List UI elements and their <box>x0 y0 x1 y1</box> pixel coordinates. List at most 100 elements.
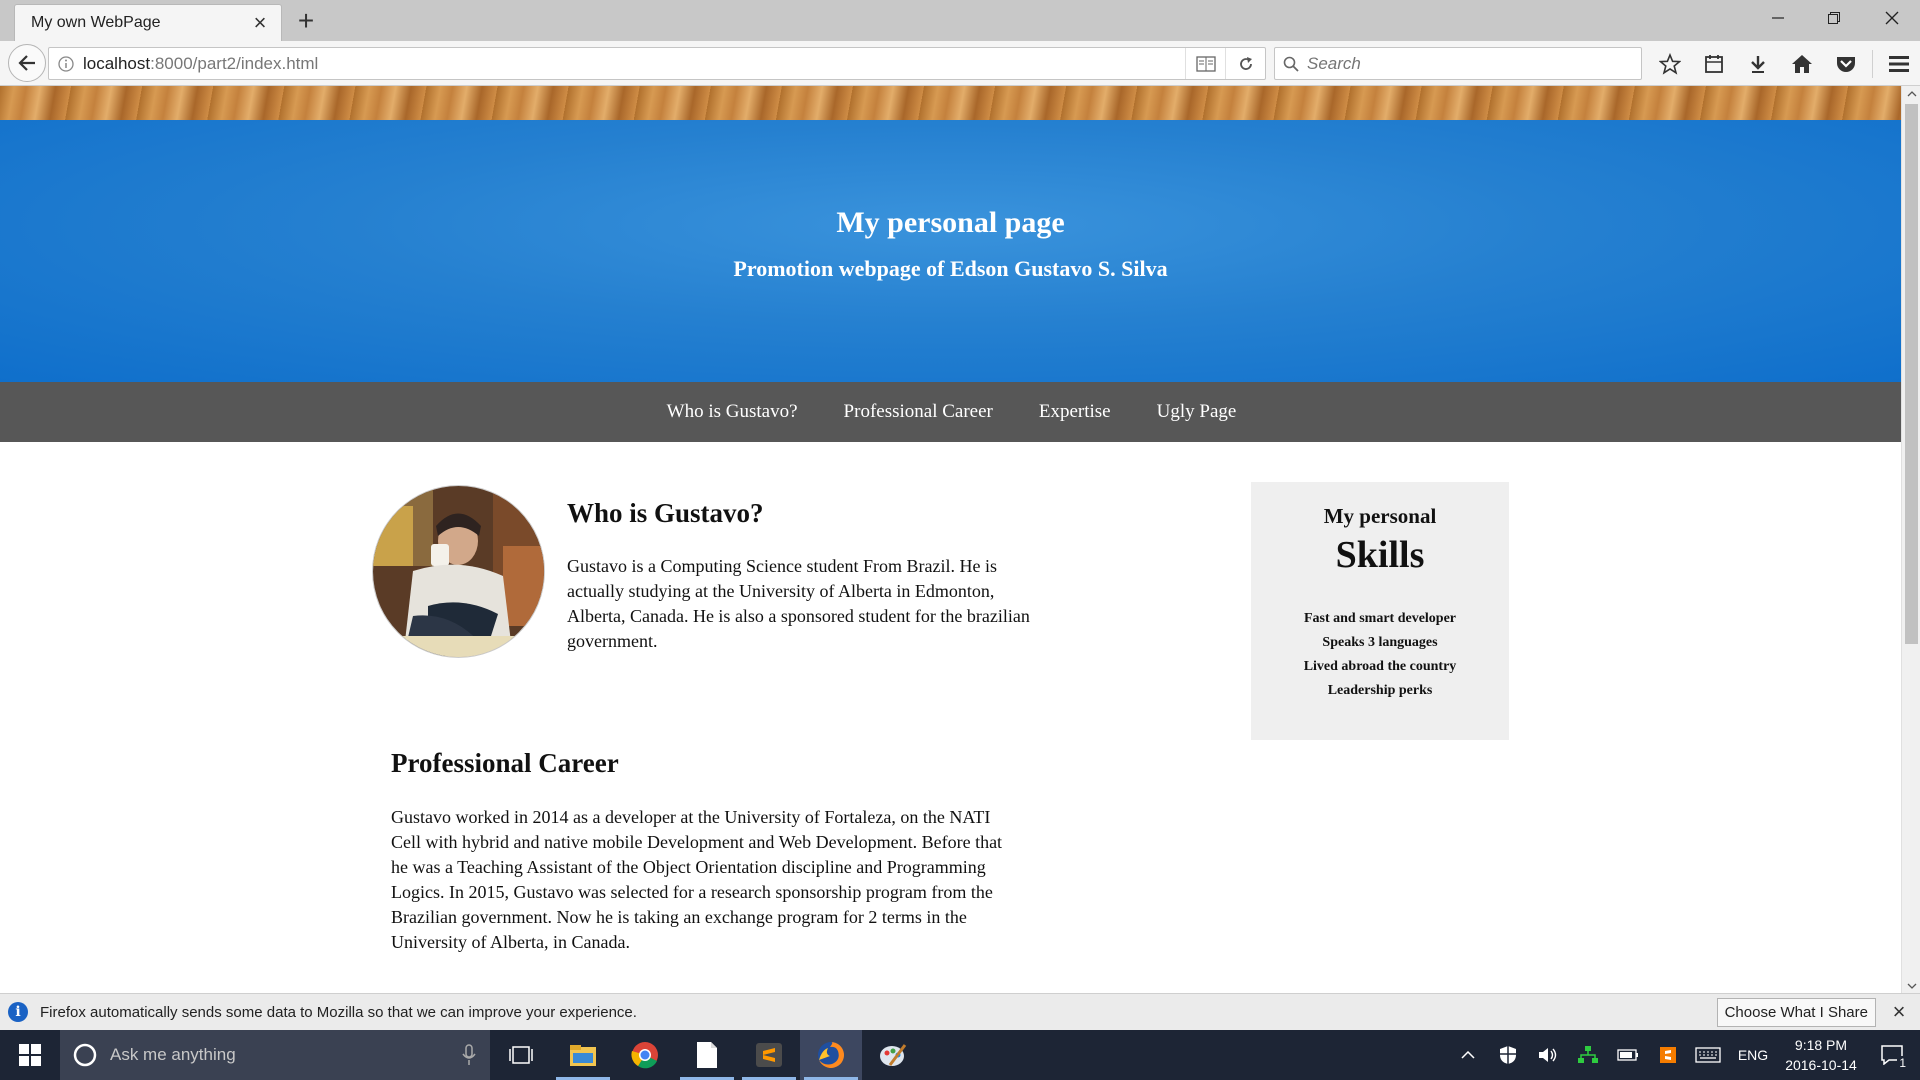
restore-icon[interactable] <box>1806 0 1862 36</box>
about-line: government. <box>567 631 658 651</box>
pocket-icon[interactable] <box>1824 44 1868 84</box>
paint-icon[interactable] <box>862 1030 924 1080</box>
nav-link-expertise[interactable]: Expertise <box>1039 401 1111 423</box>
search-bar[interactable] <box>1274 47 1642 80</box>
cortana-placeholder: Ask me anything <box>110 1045 236 1064</box>
skill-item: Lived abroad the country <box>1303 659 1457 674</box>
bookmarks-library-icon[interactable] <box>1692 44 1736 84</box>
file-explorer-icon[interactable] <box>552 1030 614 1080</box>
back-button[interactable] <box>8 44 46 82</box>
career-line: Gustavo worked in 2014 as a developer at… <box>391 807 991 827</box>
about-title: Who is Gustavo? <box>567 498 764 528</box>
hero-title: My personal page <box>836 206 1065 239</box>
skill-item: Leadership perks <box>1327 683 1433 698</box>
about-text: Gustavo is a Computing Science student F… <box>567 554 1127 654</box>
about-line: Gustavo is a Computing Science student F… <box>567 556 997 576</box>
close-notification-icon[interactable]: × <box>1888 999 1910 1024</box>
avatar <box>372 485 545 658</box>
url-text[interactable]: localhost:8000/part2/index.html <box>83 54 1185 74</box>
about-line: actually studying at the University of A… <box>567 581 995 601</box>
toolbar-separator <box>1872 49 1873 78</box>
downloads-icon[interactable] <box>1736 44 1780 84</box>
windows-logo-icon <box>19 1044 41 1066</box>
chrome-icon[interactable] <box>614 1030 676 1080</box>
main-content: Who is Gustavo? Gustavo is a Computing S… <box>0 442 1901 993</box>
battery-icon[interactable] <box>1608 1030 1648 1080</box>
minimize-icon[interactable] <box>1750 0 1806 36</box>
notification-bar: i Firefox automatically sends some data … <box>0 993 1920 1030</box>
page-scrollbar[interactable] <box>1901 86 1920 993</box>
windows-defender-shield-icon[interactable] <box>1488 1030 1528 1080</box>
cortana-search-box[interactable]: Ask me anything <box>60 1030 490 1080</box>
action-center-icon[interactable]: 1 <box>1864 1030 1920 1080</box>
url-path: :8000/part2/index.html <box>150 53 319 73</box>
windows-taskbar: Ask me anything ENG 9:18 PM 2016-10-14 1 <box>0 1030 1920 1080</box>
nav-link-who[interactable]: Who is Gustavo? <box>667 401 798 423</box>
back-arrow-icon <box>18 55 35 71</box>
task-view-icon[interactable] <box>490 1030 552 1080</box>
system-tray: ENG 9:18 PM 2016-10-14 1 <box>1448 1030 1920 1080</box>
notification-count-badge: 1 <box>1897 1056 1908 1070</box>
keyboard-icon[interactable] <box>1688 1030 1728 1080</box>
url-bar[interactable]: localhost:8000/part2/index.html <box>48 47 1266 80</box>
page-viewport: My personal page Promotion webpage of Ed… <box>0 86 1901 993</box>
skills-title: Skills <box>1335 534 1425 576</box>
notification-text: Firefox automatically sends some data to… <box>40 1003 637 1021</box>
info-icon: i <box>8 1002 28 1022</box>
reload-icon[interactable] <box>1225 48 1265 79</box>
site-info-icon[interactable] <box>49 55 83 72</box>
search-icon <box>1283 56 1299 72</box>
new-tab-icon[interactable]: + <box>292 7 320 35</box>
search-input[interactable] <box>1307 53 1627 74</box>
navigation-toolbar: localhost:8000/part2/index.html <box>0 41 1920 86</box>
career-line: he was a Teaching Assistant of the Objec… <box>391 857 986 877</box>
language-indicator[interactable]: ENG <box>1728 1030 1778 1080</box>
browser-tab[interactable]: My own WebPage × <box>14 4 282 41</box>
clock-time: 9:18 PM <box>1794 1037 1848 1053</box>
hero-header: My personal page Promotion webpage of Ed… <box>0 120 1901 382</box>
toolbar-icons <box>1648 41 1920 86</box>
scroll-down-icon[interactable] <box>1906 980 1917 991</box>
volume-icon[interactable] <box>1528 1030 1568 1080</box>
hero-subtitle: Promotion webpage of Edson Gustavo S. Si… <box>733 256 1168 281</box>
tab-title: My own WebPage <box>31 14 161 31</box>
network-icon[interactable] <box>1568 1030 1608 1080</box>
site-nav: Who is Gustavo? Professional Career Expe… <box>0 382 1901 442</box>
microphone-icon[interactable] <box>462 1044 476 1066</box>
skill-item: Fast and smart developer <box>1303 611 1457 626</box>
career-text: Gustavo worked in 2014 as a developer at… <box>391 805 1111 955</box>
reader-view-icon[interactable] <box>1185 48 1225 79</box>
bookmark-star-icon[interactable] <box>1648 44 1692 84</box>
skill-item: Speaks 3 languages <box>1322 635 1438 650</box>
nav-link-career[interactable]: Professional Career <box>844 401 993 423</box>
skills-box: My personal Skills Fast and smart develo… <box>1251 482 1509 740</box>
choose-what-i-share-button[interactable]: Choose What I Share <box>1716 997 1876 1027</box>
notepad-file-icon[interactable] <box>676 1030 738 1080</box>
tab-strip: My own WebPage × + <box>0 0 1920 41</box>
skills-list: Fast and smart developer Speaks 3 langua… <box>1251 607 1509 703</box>
career-line: Brazilian government. Now he is taking a… <box>391 907 967 927</box>
clock[interactable]: 9:18 PM 2016-10-14 <box>1778 1035 1864 1075</box>
url-host: localhost <box>83 53 151 73</box>
close-tab-icon[interactable]: × <box>249 12 271 34</box>
scroll-thumb[interactable] <box>1905 104 1918 644</box>
start-button[interactable] <box>0 1030 60 1080</box>
nav-link-ugly-page[interactable]: Ugly Page <box>1157 401 1237 423</box>
cortana-icon <box>73 1043 97 1067</box>
home-icon[interactable] <box>1780 44 1824 84</box>
career-line: Cell with hybrid and native mobile Devel… <box>391 832 1003 852</box>
career-line: Logics. In 2015, Gustavo was selected fo… <box>391 882 993 902</box>
career-title: Professional Career <box>391 748 619 778</box>
skills-pre-title: My personal <box>1323 504 1437 528</box>
about-line: Alberta, Canada. He is also a sponsored … <box>567 606 1030 626</box>
close-window-icon[interactable] <box>1864 0 1920 36</box>
menu-hamburger-icon[interactable] <box>1877 44 1920 84</box>
app-tray-icon[interactable] <box>1648 1030 1688 1080</box>
career-line: University of Alberta, in Canada. <box>391 932 630 952</box>
firefox-icon[interactable] <box>800 1030 862 1080</box>
scroll-up-icon[interactable] <box>1906 88 1917 99</box>
wood-banner <box>0 86 1901 120</box>
sublime-text-icon[interactable] <box>738 1030 800 1080</box>
show-hidden-icons-chevron-icon[interactable] <box>1448 1030 1488 1080</box>
clock-date: 2016-10-14 <box>1785 1057 1857 1073</box>
